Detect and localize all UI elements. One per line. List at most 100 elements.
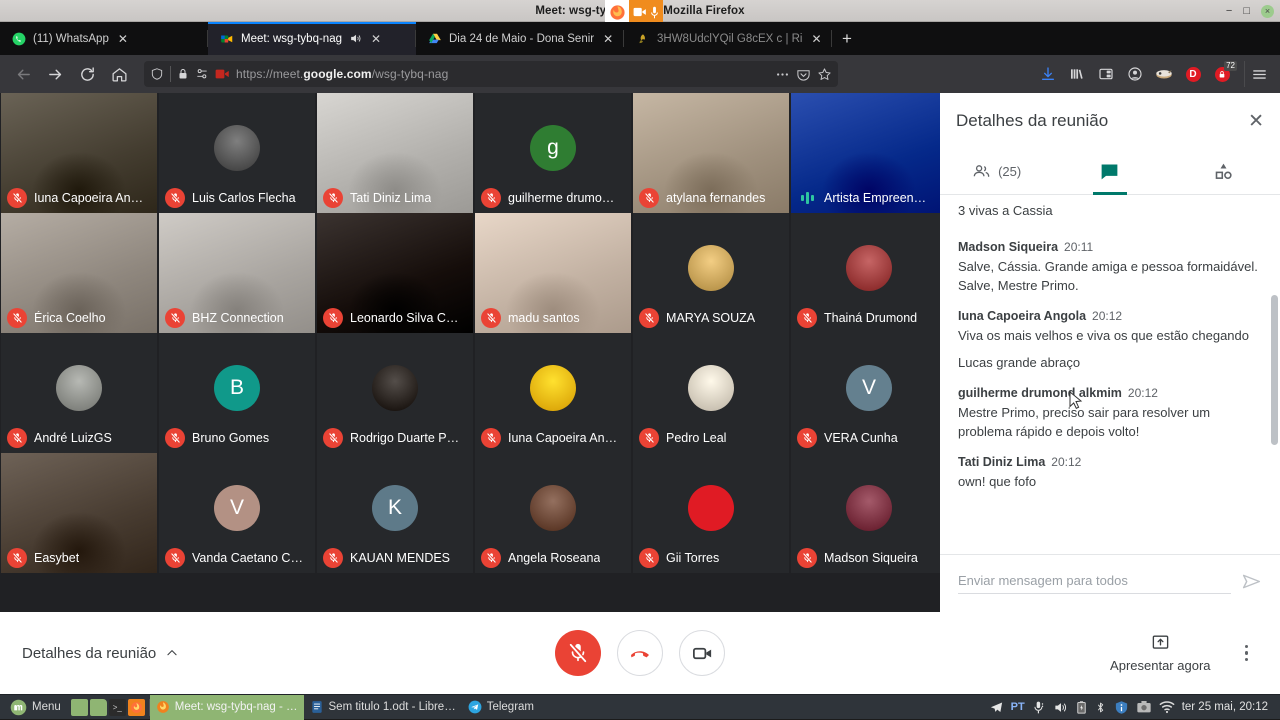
- participant-tile[interactable]: Luis Carlos Flecha: [159, 93, 315, 213]
- hangup-button[interactable]: [617, 630, 663, 676]
- participant-tile[interactable]: KKAUAN MENDES: [317, 453, 473, 573]
- participant-tile[interactable]: Iuna Capoeira An…: [475, 333, 631, 453]
- participant-namebar: Bruno Gomes: [159, 423, 315, 453]
- participant-tile[interactable]: BHZ Connection: [159, 213, 315, 333]
- lastpass-icon[interactable]: 72: [1209, 61, 1235, 87]
- keyboard-layout-indicator[interactable]: PT: [1011, 701, 1025, 713]
- participant-tile[interactable]: Pedro Leal: [633, 333, 789, 453]
- sidebar-icon[interactable]: [1093, 61, 1119, 87]
- participant-tile[interactable]: Gii Torres: [633, 453, 789, 573]
- address-bar[interactable]: https://meet.google.com/wsg-tybq-nag: [144, 61, 838, 87]
- chat-input[interactable]: Enviar mensagem para todos: [958, 573, 1231, 594]
- chat-tab[interactable]: [1053, 149, 1166, 194]
- menu-icon[interactable]: [1244, 61, 1270, 87]
- site-permissions-icon[interactable]: [195, 67, 209, 81]
- library-icon[interactable]: [1064, 61, 1090, 87]
- participant-tile[interactable]: Rodrigo Duarte P…: [317, 333, 473, 453]
- participant-tile[interactable]: Madson Siqueira: [791, 453, 947, 573]
- close-button[interactable]: ×: [1261, 5, 1274, 18]
- taskbar-clock[interactable]: ter 25 mai, 20:12: [1182, 701, 1268, 713]
- meet-right-controls: Apresentar agora: [1110, 633, 1258, 673]
- mic-off-icon: [7, 548, 27, 568]
- participant-tile[interactable]: André LuizGS: [1, 333, 157, 453]
- minimize-button[interactable]: −: [1226, 6, 1232, 17]
- participant-tile[interactable]: Angela Roseana: [475, 453, 631, 573]
- network-wifi-tray-icon[interactable]: [1159, 700, 1175, 714]
- recording-indicators: [629, 0, 663, 24]
- extension-icon[interactable]: [1151, 61, 1177, 87]
- tab-close-icon[interactable]: ✕: [601, 32, 615, 46]
- participant-tile[interactable]: Easybet: [1, 453, 157, 573]
- pocket-icon[interactable]: [796, 67, 811, 82]
- forward-button[interactable]: [40, 59, 70, 89]
- hangup-icon: [628, 641, 652, 665]
- chat-message-list[interactable]: 3 vivas a Cassia Madson Siqueira20:11Sal…: [940, 195, 1280, 554]
- people-tab[interactable]: (25): [940, 149, 1053, 194]
- send-icon[interactable]: [1241, 571, 1262, 597]
- bluetooth-tray-icon[interactable]: [1094, 700, 1107, 715]
- participant-tile[interactable]: madu santos: [475, 213, 631, 333]
- participant-tile[interactable]: MARYA SOUZA: [633, 213, 789, 333]
- home-button[interactable]: [104, 59, 134, 89]
- telegram-tray-icon[interactable]: [989, 700, 1004, 715]
- battery-tray-icon[interactable]: [1076, 700, 1087, 715]
- chat-message-author: Tati Diniz Lima20:12: [958, 455, 1262, 469]
- tab-google-meet[interactable]: Meet: wsg-tybq-nag ✕: [208, 22, 416, 55]
- participant-tile[interactable]: atylana fernandes: [633, 93, 789, 213]
- terminal-launcher[interactable]: >_: [109, 699, 126, 716]
- present-now-button[interactable]: Apresentar agora: [1110, 633, 1210, 673]
- tab-generic-page[interactable]: 3HW8UdclYQil G8cEX c | Ri ✕: [624, 22, 832, 55]
- mic-toggle-button[interactable]: [555, 630, 601, 676]
- close-icon[interactable]: ✕: [1248, 112, 1264, 131]
- tab-close-icon[interactable]: ✕: [810, 32, 824, 46]
- activities-tab[interactable]: [1167, 149, 1280, 194]
- participant-tile[interactable]: Iuna Capoeira An…: [1, 93, 157, 213]
- screenshot-tray-icon[interactable]: [1136, 700, 1152, 714]
- new-tab-button[interactable]: +: [832, 22, 862, 55]
- participant-tile[interactable]: Leonardo Silva C…: [317, 213, 473, 333]
- tab-mute-icon[interactable]: [349, 32, 362, 45]
- taskbar-window-telegram[interactable]: Telegram: [462, 695, 540, 720]
- chat-message-author: guilherme drumond alkmim20:12: [958, 386, 1262, 400]
- lock-icon[interactable]: [177, 67, 189, 81]
- account-icon[interactable]: [1122, 61, 1148, 87]
- back-button[interactable]: [8, 59, 38, 89]
- page-actions-icon[interactable]: [775, 67, 790, 82]
- tab-close-icon[interactable]: ✕: [116, 32, 130, 46]
- more-options-icon[interactable]: [1235, 639, 1259, 668]
- chat-message: Iuna Capoeira Angola20:12Viva os mais ve…: [958, 309, 1262, 372]
- participant-tile[interactable]: Érica Coelho: [1, 213, 157, 333]
- shield-icon[interactable]: [150, 67, 164, 81]
- bookmark-star-icon[interactable]: [817, 67, 832, 82]
- participant-tile[interactable]: gguilherme drumo…: [475, 93, 631, 213]
- camera-active-icon[interactable]: [215, 68, 230, 80]
- downloads-icon[interactable]: [1035, 61, 1061, 87]
- reload-button[interactable]: [72, 59, 102, 89]
- files-launcher[interactable]: [90, 699, 107, 716]
- microphone-tray-icon[interactable]: [1032, 700, 1046, 715]
- tab-google-drive-doc[interactable]: Dia 24 de Maio - Dona Senir ✕: [416, 22, 624, 55]
- tab-whatsapp[interactable]: (11) WhatsApp ✕: [0, 22, 208, 55]
- participant-tile[interactable]: Artista Empreen…: [791, 93, 947, 213]
- participant-tile[interactable]: VVERA Cunha: [791, 333, 947, 453]
- start-menu-button[interactable]: Menu: [4, 695, 67, 720]
- taskbar-window-libreoffice[interactable]: Sem titulo 1.odt - Libre…: [304, 695, 462, 720]
- volume-tray-icon[interactable]: [1053, 700, 1069, 715]
- show-desktop-launcher[interactable]: [71, 699, 88, 716]
- mic-off-icon: [7, 188, 27, 208]
- dashlane-icon[interactable]: D: [1180, 61, 1206, 87]
- chat-scrollbar[interactable]: [1271, 295, 1278, 445]
- firefox-launcher[interactable]: [128, 699, 145, 716]
- camera-toggle-button[interactable]: [679, 630, 725, 676]
- update-manager-tray-icon[interactable]: [1114, 700, 1129, 715]
- participant-tile[interactable]: VVanda Caetano C…: [159, 453, 315, 573]
- taskbar-window-firefox[interactable]: Meet: wsg-tybq-nag - …: [150, 695, 304, 720]
- participant-tile[interactable]: BBruno Gomes: [159, 333, 315, 453]
- participant-tile[interactable]: Thainá Drumond: [791, 213, 947, 333]
- tab-close-icon[interactable]: ✕: [369, 32, 383, 46]
- meeting-details-button[interactable]: Detalhes da reunião: [22, 645, 179, 662]
- maximize-button[interactable]: □: [1243, 6, 1250, 17]
- participant-tile[interactable]: Tati Diniz Lima: [317, 93, 473, 213]
- chat-composer[interactable]: Enviar mensagem para todos: [940, 554, 1280, 612]
- window-controls[interactable]: − □ ×: [1226, 0, 1274, 22]
